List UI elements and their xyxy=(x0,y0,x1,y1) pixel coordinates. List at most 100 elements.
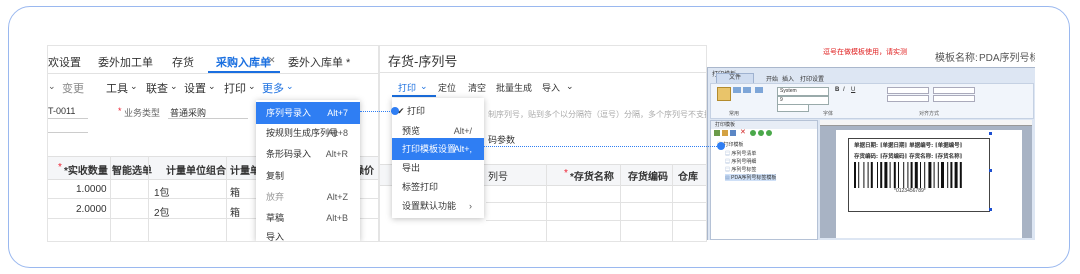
italic-icon[interactable]: I xyxy=(843,87,845,93)
align-select-2[interactable] xyxy=(887,95,929,102)
toolbar-clear[interactable]: 清空 xyxy=(468,81,486,94)
resize-handle[interactable] xyxy=(989,132,992,135)
toolbar-tools[interactable]: 工具 xyxy=(106,80,128,96)
connector-dot xyxy=(717,142,725,150)
tab-2[interactable]: 存货 xyxy=(172,54,194,70)
table-row-unit[interactable]: 箱 xyxy=(230,204,240,219)
tree-toolbar: ✕ xyxy=(714,128,784,137)
tab-active[interactable]: 采购入库单 xyxy=(216,54,271,70)
tree-item[interactable]: ▤ 序列号明细 xyxy=(725,158,756,165)
menu-item-gen-serial[interactable]: 按规则生成序列号 Alt+8 xyxy=(256,122,360,144)
col-warehouse: 仓库 xyxy=(678,172,698,183)
group-label-font: 字体 xyxy=(823,111,834,117)
template-name-value: PDA序列号标 xyxy=(979,53,1035,64)
connector-line xyxy=(360,111,394,112)
bold-icon[interactable]: B xyxy=(835,87,839,93)
table-row-unit-combo[interactable]: 2包 xyxy=(154,204,170,219)
table-row-qty[interactable]: 1.0000 xyxy=(76,184,107,195)
serial-input-hint[interactable]: 制序列号，贴到多个以分隔符（逗号）分隔，多个序列号不支持 xyxy=(488,109,706,120)
menu-item-serial-entry[interactable]: 序列号录入 Alt+7 xyxy=(256,102,360,124)
toolbar-settings[interactable]: 设置 xyxy=(184,80,206,96)
resize-handle[interactable] xyxy=(989,208,992,211)
label-line-1[interactable]: 单据日期: [单据日期] 单据编号: [单据编号] xyxy=(854,141,962,149)
col-item-name: *存货名称 xyxy=(570,172,614,183)
connector-line xyxy=(483,146,719,147)
doc-number: T-0011 xyxy=(48,106,76,116)
col-serial: 列号 xyxy=(488,172,508,183)
delete-icon[interactable]: ✕ xyxy=(740,128,746,136)
underline-icon[interactable]: U xyxy=(851,87,855,93)
resize-handle[interactable] xyxy=(989,169,992,172)
col-unit-combo: 计量单位组合 xyxy=(166,166,226,177)
middle-panel: 存货-序列号 打印 ⌄ 定位 清空 批量生成 导入 ⌄ 制序列号，贴到多个以分隔… xyxy=(379,45,707,242)
ribbon-tab-start[interactable]: 开始 xyxy=(766,74,778,83)
toolbar-print[interactable]: 打印 xyxy=(398,81,416,94)
required-mark: * xyxy=(118,106,122,116)
tree-item[interactable]: ▤ 序列号清单 xyxy=(725,150,756,157)
template-tree: 打印模板 ✕ ▣ 打印模板 ▤ 序列号清单 ▤ 序列号明细 ▤ 序列号标签 ▤ … xyxy=(710,120,818,240)
tree-item-selected[interactable]: ▤ PDA序列号标签模板 xyxy=(725,174,777,181)
menu-item-barcode-entry[interactable]: 条形码录入 Alt+R xyxy=(256,143,360,165)
barcode-graphic[interactable] xyxy=(854,162,984,188)
menu-item-default-func[interactable]: 设置默认功能 › xyxy=(392,195,484,217)
tree-header: 打印模板 xyxy=(715,122,736,128)
align-select-4[interactable] xyxy=(933,95,975,102)
design-canvas: 单据日期: [单据日期] 单据编号: [单据编号] 存货编码: [存货编码] 存… xyxy=(820,120,1032,238)
chevron-down-icon: ⌄ xyxy=(420,81,428,91)
menu-item-print[interactable]: ✔ 打印 xyxy=(392,100,484,122)
page-title: 存货-序列号 xyxy=(388,54,458,69)
chevron-down-icon[interactable]: ⌄ xyxy=(48,81,56,92)
right-panel: 逗号在做模板使用，请实测 模板名称: PDA序列号标 打印模板 文件 开始 插入… xyxy=(707,45,1035,240)
font-name-select[interactable]: System xyxy=(777,87,829,96)
col-item-code: 存货编码 xyxy=(628,172,668,183)
toolbar-batch-generate[interactable]: 批量生成 xyxy=(496,81,532,94)
copy-icon[interactable] xyxy=(743,87,751,93)
chevron-right-icon: › xyxy=(469,201,472,211)
toolbar-locate[interactable]: 定位 xyxy=(438,81,456,94)
cut-icon[interactable] xyxy=(733,87,741,93)
close-icon[interactable]: ✕ xyxy=(268,55,276,66)
menu-item-import[interactable]: 导入 xyxy=(256,226,360,241)
menu-item-copy[interactable]: 复制 xyxy=(256,165,360,187)
toolbar-import[interactable]: 导入 xyxy=(542,81,560,94)
align-select-1[interactable] xyxy=(887,87,929,94)
ribbon-tab-print-settings[interactable]: 打印设置 xyxy=(800,74,824,83)
tree-item[interactable]: ▤ 序列号标签 xyxy=(725,166,756,173)
group-label-common: 常用 xyxy=(729,111,740,117)
ruler xyxy=(820,120,1032,126)
menu-item-discard[interactable]: 放弃 Alt+Z xyxy=(256,186,360,208)
ribbon-tab-insert[interactable]: 插入 xyxy=(782,74,794,83)
label-page: 单据日期: [单据日期] 单据编号: [单据编号] 存货编码: [存货编码] 存… xyxy=(836,130,1022,238)
toolbar-print[interactable]: 打印 xyxy=(224,80,246,96)
tab-1[interactable]: 委外加工单 xyxy=(98,54,153,70)
group-label-align: 对齐方式 xyxy=(919,111,940,117)
font-style-select[interactable] xyxy=(777,104,809,112)
chevron-down-icon: ⌄ xyxy=(286,81,294,91)
left-panel: 欢设置 委外加工单 存货 采购入库单 ✕ 委外入库单 * ⌄ 变更 工具 ⌄ 联… xyxy=(47,45,379,242)
print-dropdown-menu: ✔ 打印 预览 Alt+/ 打印模板设置 Alt+, 导出 标签打印 设置默认功能 › xyxy=(392,98,484,218)
biz-type-label: 业务类型 xyxy=(124,108,161,118)
toolbar-change[interactable]: 变更 xyxy=(62,80,84,96)
paste-icon[interactable] xyxy=(717,87,731,101)
align-select-3[interactable] xyxy=(933,87,975,94)
toolbar-query[interactable]: 联查 xyxy=(146,80,168,96)
warning-text: 逗号在做模板使用，请实测 xyxy=(823,49,907,56)
connector-dot xyxy=(391,107,399,115)
chevron-down-icon: ⌄ xyxy=(170,81,178,91)
chevron-down-icon: ⌄ xyxy=(248,81,256,91)
table-row-unit-combo[interactable]: 1包 xyxy=(154,184,170,199)
chevron-down-icon: ⌄ xyxy=(130,81,138,91)
tab-4[interactable]: 委外入库单 * xyxy=(288,54,350,70)
label-line-2[interactable]: 存货编码: [存货编码] 存货名称: [存货名称] xyxy=(854,152,962,160)
more-dropdown-menu: 序列号录入 Alt+7 按规则生成序列号 Alt+8 条形码录入 Alt+R 复制 放… xyxy=(256,100,360,241)
table-row-qty[interactable]: 2.0000 xyxy=(76,204,107,215)
ribbon: System 9 B I U 常用 字体 对齐方式 xyxy=(710,83,1034,119)
format-icon[interactable] xyxy=(755,87,763,93)
tab-0[interactable]: 欢设置 xyxy=(48,54,81,70)
template-name-label: 模板名称: xyxy=(935,53,978,64)
col-qty: *实收数量 xyxy=(64,166,108,177)
param-label: 码参数 xyxy=(488,135,516,145)
col-smart: 智能选单 xyxy=(112,166,152,177)
toolbar-more[interactable]: 更多 xyxy=(262,80,284,96)
table-row-unit[interactable]: 箱 xyxy=(230,184,240,199)
